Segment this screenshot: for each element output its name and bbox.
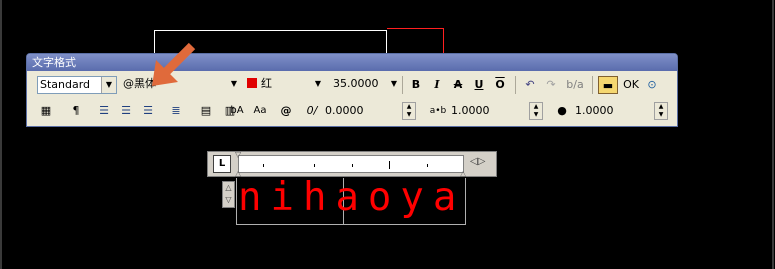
ruler-scale[interactable] xyxy=(238,155,464,173)
height-resize-handle-icon[interactable]: △ ▽ xyxy=(222,181,235,208)
text-ruler[interactable]: L ▽ △ △ ◁▷ xyxy=(207,150,497,178)
line-spacing-icon[interactable]: ≣ xyxy=(167,102,185,120)
overline-label: O xyxy=(495,78,505,91)
drawing-frame-white-top xyxy=(154,30,387,31)
chevron-down-icon[interactable]: ▼ xyxy=(231,76,237,92)
separator xyxy=(402,76,403,94)
width-factor-icon[interactable]: ● xyxy=(553,102,571,120)
oblique-icon-text: 0/ xyxy=(306,104,318,117)
text-format-toolbar[interactable]: 文字格式 Standard ▼ @黑体 ▼ 红 ▼ 35.0000 ▼ B I … xyxy=(26,53,678,127)
ok-label: OK xyxy=(623,78,639,91)
options-chevron-icon[interactable]: ⊙ xyxy=(643,76,661,94)
oblique-spinner[interactable]: ▲ ▼ xyxy=(402,102,416,120)
ruler-width-handle-icon[interactable]: ◁▷ xyxy=(470,156,485,167)
strike-label: A xyxy=(453,78,463,91)
ruler-tick xyxy=(314,164,315,167)
underline-label: U xyxy=(474,78,484,91)
undo-icon[interactable]: ↶ xyxy=(521,76,539,94)
width-value[interactable]: 1.0000 xyxy=(575,102,614,120)
oblique-angle-icon[interactable]: 0/ xyxy=(303,102,321,120)
height-value: 35.0000 xyxy=(333,77,379,90)
toolbar-row-1: Standard ▼ @黑体 ▼ 红 ▼ 35.0000 ▼ B I A U O… xyxy=(27,76,677,98)
height-combo[interactable]: 35.0000 ▼ xyxy=(331,76,397,94)
drawing-frame-white-right xyxy=(386,30,387,54)
toolbar-title: 文字格式 xyxy=(32,56,76,69)
ruler-tick xyxy=(263,164,264,167)
editor-text[interactable]: nihaoya xyxy=(238,176,465,220)
separator xyxy=(515,76,516,94)
separator xyxy=(592,76,593,94)
drawing-frame-red-right xyxy=(443,28,444,54)
canvas-left-edge xyxy=(0,0,2,269)
tracking-value[interactable]: 1.0000 xyxy=(451,102,490,120)
ruler-tick xyxy=(352,164,353,167)
stack-icon[interactable]: b/a xyxy=(566,76,584,94)
style-combo[interactable]: Standard ▼ xyxy=(37,76,117,94)
ruler-toggle-icon[interactable]: ▬ xyxy=(598,76,618,94)
ruler-tick xyxy=(389,161,390,169)
style-value: Standard xyxy=(40,78,91,91)
oblique-value[interactable]: 0.0000 xyxy=(325,102,364,120)
align-left-icon[interactable]: ☰ xyxy=(95,102,113,120)
numbering-icon[interactable]: ▤ xyxy=(197,102,215,120)
redo-icon[interactable]: ↷ xyxy=(542,76,560,94)
color-swatch-icon xyxy=(247,78,257,88)
lower-icon-text: Aa xyxy=(253,105,267,116)
tracking-icon[interactable]: a•b xyxy=(427,102,449,120)
italic-button[interactable]: I xyxy=(428,76,446,94)
color-value: 红 xyxy=(261,77,272,90)
drawing-frame-red-top xyxy=(387,28,444,29)
align-center-icon[interactable]: ☰ xyxy=(117,102,135,120)
tab-type-label: L xyxy=(218,158,226,169)
tracking-icon-text: a•b xyxy=(429,106,447,116)
toolbar-row-2: ▦ ¶ ☰ ☰ ☰ ≣ ▤ ▥ bA Aa @ 0/ 0.0000 ▲ ▼ a•b… xyxy=(27,102,677,124)
uppercase-icon[interactable]: bA xyxy=(226,102,248,120)
width-spinner[interactable]: ▲ ▼ xyxy=(654,102,668,120)
tracking-spinner[interactable]: ▲ ▼ xyxy=(529,102,543,120)
overline-button[interactable]: O xyxy=(491,76,509,94)
at-icon-text: @ xyxy=(280,104,292,117)
bold-button[interactable]: B xyxy=(407,76,425,94)
chevron-down-icon[interactable]: ▼ xyxy=(101,77,116,93)
paragraph-icon[interactable]: ¶ xyxy=(67,102,85,120)
highlight-arrow-icon xyxy=(152,42,196,86)
color-combo[interactable]: 红 ▼ xyxy=(245,76,325,94)
chevron-down-icon[interactable]: ▼ xyxy=(315,76,321,92)
tab-type-button[interactable]: L xyxy=(213,155,231,173)
strikethrough-button[interactable]: A xyxy=(449,76,467,94)
ok-button[interactable]: OK xyxy=(621,76,641,94)
underline-button[interactable]: U xyxy=(470,76,488,94)
toolbar-titlebar[interactable]: 文字格式 xyxy=(27,54,677,71)
ruler-tick xyxy=(427,164,428,167)
upper-icon-text: bA xyxy=(230,105,244,116)
canvas-right-edge xyxy=(772,0,774,269)
align-right-icon[interactable]: ☰ xyxy=(139,102,157,120)
bold-label: B xyxy=(411,78,421,91)
lowercase-icon[interactable]: Aa xyxy=(249,102,271,120)
indent-marker-top-icon[interactable]: ▽ xyxy=(235,150,241,159)
column-icon[interactable]: ▦ xyxy=(37,102,55,120)
italic-label: I xyxy=(434,78,440,91)
symbol-icon[interactable]: @ xyxy=(277,102,295,120)
chevron-down-icon[interactable]: ▼ xyxy=(391,76,397,92)
